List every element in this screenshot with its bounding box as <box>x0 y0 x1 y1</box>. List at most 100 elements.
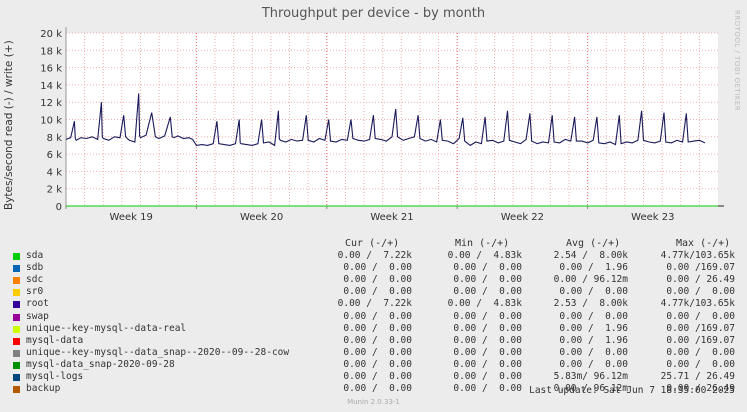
legend-avg-value: 0.00 / 0.00 <box>559 346 628 358</box>
x-tick-label: Week 22 <box>501 212 544 223</box>
legend-cur-value: 0.00 / 0.00 <box>343 286 412 298</box>
y-tick-label: 0 <box>56 202 62 213</box>
legend-min-value: 0.00 / 0.00 <box>453 334 522 346</box>
munin-version: Munin 2.0.33-1 <box>347 398 400 406</box>
legend-header-avg: Avg (-/+) <box>566 238 621 249</box>
legend-cur-value: 0.00 / 0.00 <box>343 322 412 334</box>
legend-row: sdb 0.00 / 0.00 0.00 / 0.00 0.00 / 1.96 0.00… <box>0 262 747 274</box>
y-tick-label: 8 k <box>47 133 63 144</box>
legend-min-value: 0.00 / 4.83k <box>447 250 522 261</box>
legend-max-value: 0.00 / 0.00 <box>666 358 735 370</box>
legend-avg-value: 2.53 / 8.00k <box>553 298 628 310</box>
legend-avg-value: 5.83m/ 96.12m <box>553 371 628 382</box>
legend-name: mysql-data_snap-2020-09-28 <box>26 358 175 370</box>
legend-avg-value: 0.00 / 0.00 <box>559 310 628 322</box>
legend-name: sdb <box>26 262 44 274</box>
legend-name: mysql-data <box>26 334 84 346</box>
legend-min-value: 0.00 / 0.00 <box>453 371 522 382</box>
legend-cur-value: 0.00 / 0.00 <box>343 274 412 286</box>
plot-area <box>66 33 718 206</box>
legend-name: mysql-logs <box>26 371 84 382</box>
legend-max-value: 25.71 / 26.49 <box>660 371 735 382</box>
legend-swatch <box>13 277 20 285</box>
legend-min-value: 0.00 / 0.00 <box>453 322 522 334</box>
legend-row: sda 0.00 / 7.22k 0.00 / 4.83k 2.54 / 8.00k 4… <box>0 250 747 262</box>
legend-cur-value: 0.00 / 7.22k <box>337 250 412 261</box>
legend-min-value: 0.00 / 0.00 <box>453 274 522 286</box>
legend-row: mysql-data_snap-2020-09-28 0.00 / 0.00 0.0… <box>0 359 747 371</box>
legend-name: sdc <box>26 274 44 286</box>
legend-avg-value: 0.00 / 1.96 <box>559 334 628 346</box>
y-tick-label: 12 k <box>40 98 62 109</box>
legend-cur-value: 0.00 / 0.00 <box>343 383 412 395</box>
legend-swatch <box>13 265 20 273</box>
y-tick-label: 14 k <box>40 81 62 92</box>
legend-swatch <box>13 361 20 369</box>
legend-min-value: 0.00 / 4.83k <box>447 298 522 310</box>
chart-svg: 0 2 k 4 k 6 k 8 k 10 k 12 k 14 k 16 k 18 k 20 k Wee… <box>40 27 724 223</box>
y-tick-label: 2 k <box>47 185 63 196</box>
legend-avg-value: 0.00 / 0.00 <box>559 286 628 298</box>
last-update: Last update: Sat Jun 7 18:35:00 2025 <box>529 385 735 396</box>
legend-name: backup <box>26 383 61 395</box>
legend-name: swap <box>26 310 49 322</box>
legend-name: root <box>26 298 49 310</box>
legend-min-value: 0.00 / 0.00 <box>453 286 522 298</box>
legend-swatch <box>13 301 20 309</box>
legend-name: unique--key-mysql--data_snap--2020--09--… <box>26 346 290 358</box>
legend-max-value: 0.00 /169.07 <box>666 262 735 274</box>
legend-cur-value: 0.00 / 0.00 <box>343 371 412 382</box>
legend-min-value: 0.00 / 0.00 <box>453 383 522 395</box>
legend-max-value: 0.00 / 26.49 <box>666 274 735 286</box>
legend-name: unique--key-mysql--data-real <box>26 322 187 334</box>
legend-name: sda <box>26 250 44 261</box>
legend-avg-value: 0.00 / 1.96 <box>559 322 628 334</box>
legend-cur-value: 0.00 / 0.00 <box>343 310 412 322</box>
legend-max-value: 0.00 / 0.00 <box>666 286 735 298</box>
legend-swatch <box>13 386 20 394</box>
legend-cur-value: 0.00 / 0.00 <box>343 334 412 346</box>
legend-max-value: 0.00 /169.07 <box>666 322 735 334</box>
y-tick-label: 20 k <box>40 29 62 40</box>
legend-min-value: 0.00 / 0.00 <box>453 346 522 358</box>
legend-name: sr0 <box>26 286 44 298</box>
x-tick-label: Week 21 <box>370 212 413 223</box>
legend-row: swap 0.00 / 0.00 0.00 / 0.00 0.00 / 0.00 0.0… <box>0 311 747 323</box>
legend-row: mysql-data 0.00 / 0.00 0.00 / 0.00 0.00 / 1… <box>0 335 747 347</box>
legend-row: root 0.00 / 7.22k 0.00 / 4.83k 2.53 / 8.00k… <box>0 298 747 310</box>
legend-swatch <box>13 289 20 297</box>
legend-avg-value: 0.00 / 1.96 <box>559 262 628 274</box>
x-tick-label: Week 20 <box>240 212 283 223</box>
legend-swatch <box>13 349 20 357</box>
legend-avg-value: 0.00 / 96.12m <box>553 274 628 286</box>
legend-header-max: Max (-/+) <box>676 238 731 249</box>
y-tick-label: 10 k <box>40 116 62 127</box>
y-tick-label: 4 k <box>47 167 63 178</box>
legend-swatch <box>13 313 20 321</box>
legend-swatch <box>13 253 20 260</box>
legend-avg-value: 0.00 / 0.00 <box>559 358 628 370</box>
legend-header-min: Min (-/+) <box>455 238 510 249</box>
legend-swatch <box>13 325 20 333</box>
legend-avg-value: 2.54 / 8.00k <box>553 250 628 261</box>
legend-row: sr0 0.00 / 0.00 0.00 / 0.00 0.00 / 0.00 0.00… <box>0 286 747 298</box>
legend-cur-value: 0.00 / 0.00 <box>343 358 412 370</box>
legend-max-value: 4.77k/103.65k <box>660 250 735 261</box>
legend-header-cur: Cur (-/+) <box>345 238 400 249</box>
x-tick-label: Week 23 <box>631 212 674 223</box>
legend-cur-value: 0.00 / 0.00 <box>343 262 412 274</box>
legend-swatch <box>13 374 20 381</box>
y-tick-label: 18 k <box>40 46 62 57</box>
legend-max-value: 0.00 /169.07 <box>666 334 735 346</box>
legend-max-value: 0.00 / 0.00 <box>666 346 735 358</box>
legend-max-value: 4.77k/103.65k <box>660 298 735 310</box>
legend-swatch <box>13 337 20 345</box>
legend-cur-value: 0.00 / 7.22k <box>337 298 412 310</box>
legend-row: unique--key-mysql--data_snap--2020--09--… <box>0 347 747 359</box>
legend-min-value: 0.00 / 0.00 <box>453 310 522 322</box>
legend-row: unique--key-mysql--data-real 0.00 / 0.00 0… <box>0 323 747 335</box>
x-tick-label: Week 19 <box>110 212 153 223</box>
legend-min-value: 0.00 / 0.00 <box>453 358 522 370</box>
legend-cur-value: 0.00 / 0.00 <box>343 346 412 358</box>
legend-max-value: 0.00 / 0.00 <box>666 310 735 322</box>
